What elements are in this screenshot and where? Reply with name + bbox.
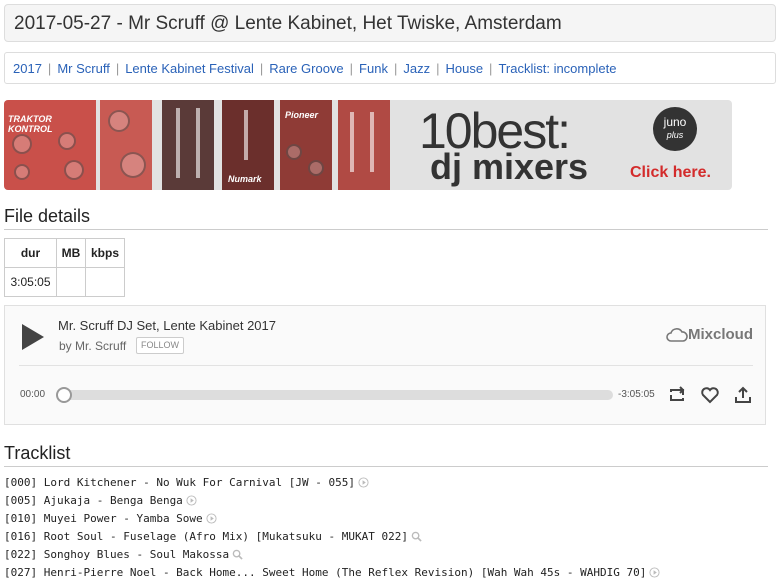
tracklist-heading: Tracklist: [4, 443, 71, 463]
banner-subline: dj mixers: [430, 146, 589, 187]
cell-size: [56, 267, 86, 297]
list-item: [010] Muyei Power - Yamba Sowe: [4, 510, 774, 528]
tag-bar: 2017 | Mr Scruff | Lente Kabinet Festival | Ra…: [4, 52, 776, 84]
tag-separator: |: [489, 61, 493, 76]
tracklist: [000] Lord Kitchener - No Wuk For Carniv…: [4, 474, 774, 582]
list-item: [016] Root Soul - Fuselage (Afro Mix) [M…: [4, 528, 774, 546]
list-item: [005] Ajukaja - Benga Benga: [4, 492, 774, 510]
juno-logo-text: juno: [663, 115, 687, 129]
tag-separator: |: [436, 61, 440, 76]
tag-separator: |: [115, 61, 120, 76]
mixcloud-player: Mr. Scruff DJ Set, Lente Kabinet 2017 by…: [4, 305, 766, 425]
play-icon[interactable]: [22, 324, 44, 350]
track-text: [010] Muyei Power - Yamba Sowe: [4, 512, 203, 525]
play-icon[interactable]: [186, 495, 197, 506]
table-row: 3:05:05: [4, 267, 125, 297]
knob-shape: [58, 132, 76, 150]
banner-tile-label: Pioneer: [285, 110, 319, 120]
table-header-row: dur MB kbps: [4, 238, 125, 268]
remaining-time: -3:05:05: [618, 389, 655, 400]
byline-prefix: by: [59, 339, 72, 353]
fader-shape: [196, 108, 200, 178]
knob-shape: [12, 134, 32, 154]
tag-separator: |: [47, 61, 52, 76]
fader-shape: [244, 110, 248, 160]
page-title-text: 2017-05-27 - Mr Scruff @ Lente Kabinet, …: [14, 13, 562, 34]
banner-tile-knobs: [100, 100, 152, 190]
ad-banner[interactable]: TRAKTOR KONTROL Numark Pioneer 10best: d…: [4, 100, 732, 190]
divider: [4, 229, 768, 230]
fader-shape: [370, 112, 374, 172]
play-icon[interactable]: [206, 513, 217, 524]
track-text: [022] Songhoy Blues - Soul Makossa: [4, 548, 230, 561]
knob-shape: [286, 144, 302, 160]
tag-link-genre-jazz[interactable]: Jazz: [403, 61, 430, 76]
divider: [4, 466, 768, 467]
list-item: [000] Lord Kitchener - No Wuk For Carniv…: [4, 474, 774, 492]
banner-tile-faders: [162, 100, 214, 190]
column-header-dur: dur: [4, 238, 57, 268]
fader-shape: [350, 112, 354, 172]
cell-duration: 3:05:05: [4, 267, 57, 297]
search-icon[interactable]: [232, 549, 243, 560]
juno-logo-sub: plus: [666, 130, 684, 140]
artist-link[interactable]: Mr. Scruff: [75, 339, 126, 353]
mixcloud-logo-text: Mixcloud: [688, 326, 754, 343]
knob-shape: [14, 164, 30, 180]
knob-shape: [120, 152, 146, 178]
tag-separator: |: [393, 61, 398, 76]
cell-bitrate: [85, 267, 125, 297]
column-header-kbps: kbps: [85, 238, 125, 268]
repeat-icon[interactable]: [667, 385, 687, 405]
banner-tile-pioneer: Pioneer: [280, 100, 332, 190]
fader-shape: [176, 108, 180, 178]
juno-logo: juno plus: [653, 107, 697, 151]
tag-separator: |: [259, 61, 264, 76]
track-text: [016] Root Soul - Fuselage (Afro Mix) [M…: [4, 530, 408, 543]
track-text: [000] Lord Kitchener - No Wuk For Carniv…: [4, 476, 355, 489]
play-icon[interactable]: [358, 477, 369, 488]
progress-track[interactable]: [62, 390, 613, 400]
tag-link-genre-house[interactable]: House: [445, 61, 483, 76]
tag-link-event[interactable]: Lente Kabinet Festival: [125, 61, 254, 76]
tag-link-year[interactable]: 2017: [13, 61, 42, 76]
cloud-icon: [666, 328, 688, 342]
banner-tile-label: TRAKTOR KONTROL: [8, 114, 53, 134]
search-icon[interactable]: [411, 531, 422, 542]
banner-tile-label: Numark: [228, 174, 262, 184]
list-item: [027] Henri-Pierre Noel - Back Home... S…: [4, 564, 774, 582]
knob-shape: [108, 110, 130, 132]
tag-link-genre-funk[interactable]: Funk: [359, 61, 388, 76]
tag-link-tracklist-status[interactable]: Tracklist: incomplete: [498, 61, 616, 76]
play-icon[interactable]: [649, 567, 660, 578]
list-item: [022] Songhoy Blues - Soul Makossa: [4, 546, 774, 564]
banner-tile-traktor: TRAKTOR KONTROL: [4, 100, 96, 190]
follow-button[interactable]: FOLLOW: [136, 337, 185, 354]
player-divider: [19, 365, 753, 366]
tag-link-genre-rare-groove[interactable]: Rare Groove: [269, 61, 343, 76]
track-text: [005] Ajukaja - Benga Benga: [4, 494, 183, 507]
banner-cta[interactable]: Click here.: [630, 164, 711, 182]
mix-title[interactable]: Mr. Scruff DJ Set, Lente Kabinet 2017: [58, 318, 276, 333]
banner-tile-mixer: [338, 100, 390, 190]
page-title: 2017-05-27 - Mr Scruff @ Lente Kabinet, …: [4, 4, 776, 42]
share-icon[interactable]: [733, 385, 753, 405]
heart-icon[interactable]: [700, 385, 720, 405]
tag-separator: |: [349, 61, 354, 76]
tag-link-artist[interactable]: Mr Scruff: [57, 61, 110, 76]
track-text: [027] Henri-Pierre Noel - Back Home... S…: [4, 566, 647, 579]
file-details-table: dur MB kbps 3:05:05: [4, 238, 125, 297]
mixcloud-logo[interactable]: Mixcloud: [666, 326, 753, 343]
column-header-mb: MB: [56, 238, 86, 268]
banner-tile-numark: Numark: [222, 100, 274, 190]
knob-shape: [64, 160, 84, 180]
mix-byline: by Mr. Scruff: [59, 339, 126, 353]
knob-shape: [308, 160, 324, 176]
progress-thumb[interactable]: [56, 387, 72, 403]
elapsed-time: 00:00: [20, 389, 46, 400]
file-details-heading: File details: [4, 206, 91, 226]
